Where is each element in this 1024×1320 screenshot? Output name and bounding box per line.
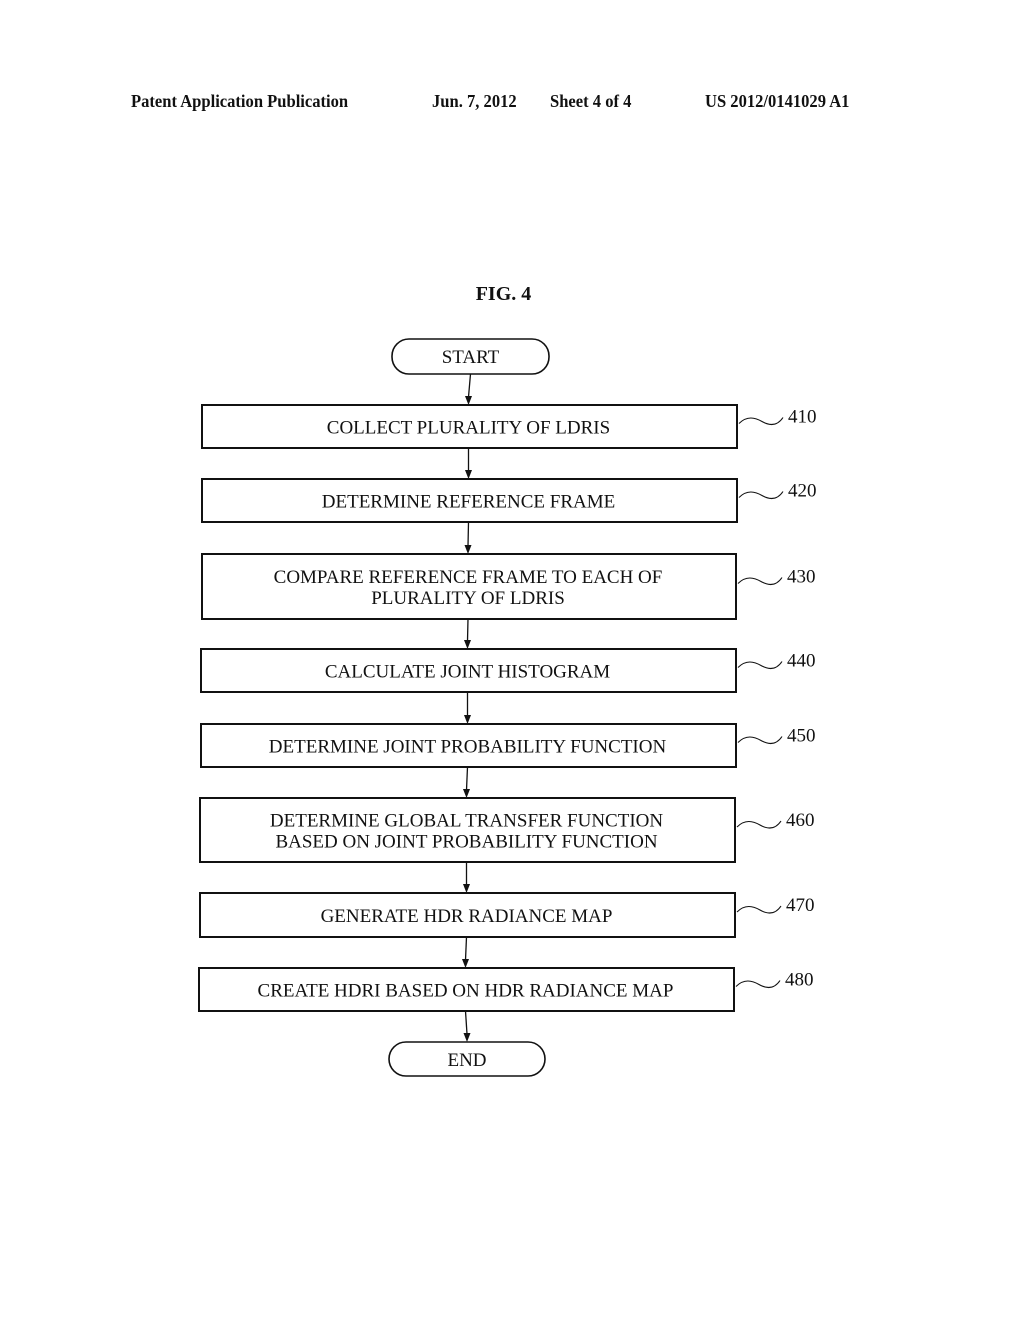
end-label: END: [447, 1050, 486, 1071]
reference-numeral: 410: [788, 407, 817, 428]
connector-line: [464, 1010, 468, 1035]
process-label: DETERMINE JOINT PROBABILITY FUNCTION: [269, 737, 667, 758]
process-label: CALCULATE JOINT HISTOGRAM: [325, 662, 610, 683]
reference-leader: [737, 661, 783, 669]
reference-leader: [736, 905, 782, 914]
arrowhead-icon: [464, 545, 472, 554]
arrowhead-icon: [463, 789, 470, 798]
reference-numeral: 450: [787, 726, 816, 747]
start-label: START: [442, 347, 500, 368]
reference-numeral: 420: [788, 481, 817, 502]
reference-leader: [736, 820, 782, 829]
process-label: COLLECT PLURALITY OF LDRIS: [327, 418, 610, 439]
connector-line: [465, 766, 469, 791]
reference-numeral: 460: [786, 810, 815, 831]
reference-leader: [737, 736, 783, 744]
connector-line: [467, 521, 470, 547]
arrowhead-icon: [464, 640, 471, 649]
process-label: BASED ON JOINT PROBABILITY FUNCTION: [275, 832, 657, 853]
reference-numeral: 470: [786, 895, 815, 916]
arrowhead-icon: [465, 396, 472, 405]
process-label: COMPARE REFERENCE FRAME TO EACH OF: [274, 567, 663, 588]
arrowhead-icon: [462, 959, 469, 968]
connector-line: [467, 373, 472, 398]
flowchart: START COLLECT PLURALITY OF LDRIS 410 DETERM…: [198, 338, 817, 1077]
arrowhead-icon: [464, 715, 471, 724]
reference-leader: [738, 417, 784, 425]
process-label: PLURALITY OF LDRIS: [371, 588, 565, 609]
connector-line: [464, 936, 468, 961]
connector-line: [466, 618, 469, 642]
reference-leader: [735, 980, 781, 988]
process-label: DETERMINE GLOBAL TRANSFER FUNCTION: [270, 811, 663, 832]
reference-numeral: 430: [787, 567, 816, 588]
process-label: DETERMINE REFERENCE FRAME: [322, 492, 615, 513]
reference-leader: [737, 577, 783, 585]
arrowhead-icon: [463, 884, 470, 893]
arrowhead-icon: [465, 470, 472, 479]
reference-leader: [738, 491, 784, 499]
reference-numeral: 480: [785, 970, 814, 991]
process-label: GENERATE HDR RADIANCE MAP: [321, 906, 613, 927]
process-label: CREATE HDRI BASED ON HDR RADIANCE MAP: [258, 981, 674, 1002]
arrowhead-icon: [463, 1033, 471, 1042]
reference-numeral: 440: [787, 651, 816, 672]
